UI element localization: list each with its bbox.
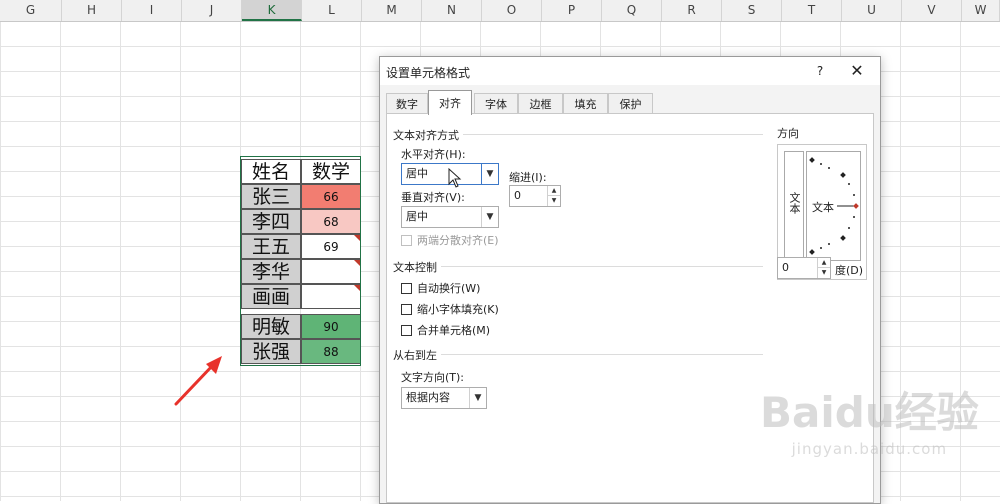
merge-cells-label: 合并单元格(M) bbox=[417, 324, 491, 337]
chevron-down-icon[interactable]: ▼ bbox=[481, 164, 498, 184]
cell-name[interactable]: 画画 bbox=[241, 284, 301, 309]
mouse-cursor-icon bbox=[448, 168, 462, 188]
cell-score[interactable] bbox=[301, 259, 361, 284]
close-button[interactable]: ✕ bbox=[846, 61, 868, 81]
orientation-group-label: 方向 bbox=[777, 127, 799, 140]
column-header-n[interactable]: N bbox=[422, 0, 482, 21]
column-header-i[interactable]: I bbox=[122, 0, 182, 21]
horizontal-align-label: 水平对齐(H): bbox=[401, 148, 466, 161]
error-indicator-icon[interactable] bbox=[354, 235, 360, 241]
vertical-text-label: 文本 bbox=[788, 192, 801, 214]
column-header-o[interactable]: O bbox=[482, 0, 542, 21]
column-header-w[interactable]: W bbox=[962, 0, 1000, 21]
cell-score[interactable]: 88 bbox=[301, 339, 361, 364]
cell-score[interactable]: 69 bbox=[301, 234, 361, 259]
cell-header-score[interactable]: 数学 bbox=[301, 159, 361, 184]
text-alignment-group-label: 文本对齐方式 bbox=[393, 127, 463, 143]
cell-header-name[interactable]: 姓名 bbox=[241, 159, 301, 184]
cell-score-value: 90 bbox=[323, 320, 339, 334]
indent-value: 0 bbox=[514, 189, 521, 202]
column-header-t[interactable]: T bbox=[782, 0, 842, 21]
checkbox-box bbox=[401, 325, 412, 336]
column-header-q[interactable]: Q bbox=[602, 0, 662, 21]
dial-text-label: 文本 bbox=[812, 201, 834, 214]
distributed-label: 两端分散对齐(E) bbox=[417, 234, 499, 247]
degrees-stepper[interactable]: 0 ▲ ▼ bbox=[777, 257, 831, 279]
dialog-titlebar[interactable]: 设置单元格格式 ? ✕ bbox=[380, 57, 880, 85]
tab-fill[interactable]: 填充 bbox=[563, 93, 608, 114]
group-divider bbox=[395, 266, 763, 267]
caret-down-icon[interactable]: ▼ bbox=[548, 196, 560, 206]
column-header-g[interactable]: G bbox=[0, 0, 62, 21]
vertical-align-label: 垂直对齐(V): bbox=[401, 191, 465, 204]
tab-protection[interactable]: 保护 bbox=[608, 93, 653, 114]
cell-score[interactable] bbox=[301, 284, 361, 309]
degrees-value: 0 bbox=[782, 261, 789, 274]
cell-score-value: 88 bbox=[323, 345, 339, 359]
watermark-logo: Baidu经验 bbox=[760, 388, 979, 437]
checkbox-box bbox=[401, 235, 412, 246]
cell-score-value: 68 bbox=[323, 215, 339, 229]
tab-border[interactable]: 边框 bbox=[518, 93, 563, 114]
text-direction-label: 文字方向(T): bbox=[401, 371, 465, 384]
text-direction-value: 根据内容 bbox=[406, 391, 450, 404]
cell-score[interactable]: 90 bbox=[301, 314, 361, 339]
tab-alignment[interactable]: 对齐 bbox=[428, 90, 472, 115]
column-header-m[interactable]: M bbox=[362, 0, 422, 21]
orientation-dial[interactable]: 文本 bbox=[806, 151, 861, 261]
cell-score-value: 66 bbox=[323, 190, 339, 204]
caret-down-icon[interactable]: ▼ bbox=[818, 268, 830, 278]
degrees-label: 度(D) bbox=[835, 264, 864, 277]
column-header-k[interactable]: K bbox=[242, 0, 302, 21]
watermark-url: jingyan.baidu.com bbox=[791, 440, 948, 458]
cell-score[interactable]: 66 bbox=[301, 184, 361, 209]
text-direction-select[interactable]: 根据内容 ▼ bbox=[401, 387, 487, 409]
vertical-text-toggle[interactable]: 文本 bbox=[784, 151, 804, 261]
rtl-group-label: 从右到左 bbox=[393, 347, 441, 363]
column-header-v[interactable]: V bbox=[902, 0, 962, 21]
wrap-text-label: 自动换行(W) bbox=[417, 282, 481, 295]
red-arrow-icon bbox=[174, 356, 222, 406]
dialog-title: 设置单元格格式 bbox=[386, 66, 471, 80]
checkbox-box bbox=[401, 304, 412, 315]
column-header-l[interactable]: L bbox=[302, 0, 362, 21]
watermark: Baidu经验 jingyan.baidu.com bbox=[760, 388, 979, 459]
cell-name[interactable]: 李华 bbox=[241, 259, 301, 284]
caret-up-icon[interactable]: ▲ bbox=[548, 186, 560, 196]
group-divider bbox=[395, 354, 763, 355]
tab-number[interactable]: 数字 bbox=[386, 93, 428, 114]
error-indicator-icon[interactable] bbox=[354, 285, 360, 291]
vertical-align-value: 居中 bbox=[406, 210, 428, 223]
vertical-align-select[interactable]: 居中 ▼ bbox=[401, 206, 499, 228]
chevron-down-icon[interactable]: ▼ bbox=[481, 207, 498, 227]
column-header-p[interactable]: P bbox=[542, 0, 602, 21]
cell-score-value: 69 bbox=[323, 240, 339, 254]
column-header-r[interactable]: R bbox=[662, 0, 722, 21]
cell-name[interactable]: 李四 bbox=[241, 209, 301, 234]
error-indicator-icon[interactable] bbox=[354, 260, 360, 266]
caret-up-icon[interactable]: ▲ bbox=[818, 258, 830, 268]
indent-label: 缩进(I): bbox=[509, 171, 547, 184]
column-header-j[interactable]: J bbox=[182, 0, 242, 21]
column-header-bar: G H I J K L M N O P Q R S T U V W bbox=[0, 0, 1000, 22]
cell-name[interactable]: 张三 bbox=[241, 184, 301, 209]
column-header-h[interactable]: H bbox=[62, 0, 122, 21]
indent-stepper-buttons: ▲ ▼ bbox=[547, 186, 560, 206]
column-header-s[interactable]: S bbox=[722, 0, 782, 21]
shrink-to-fit-label: 缩小字体填充(K) bbox=[417, 303, 499, 316]
indent-stepper[interactable]: 0 ▲ ▼ bbox=[509, 185, 561, 207]
cell-name[interactable]: 明敏 bbox=[241, 314, 301, 339]
chevron-down-icon[interactable]: ▼ bbox=[469, 388, 486, 408]
horizontal-align-value: 居中 bbox=[406, 167, 428, 180]
text-control-group-label: 文本控制 bbox=[393, 259, 441, 275]
degrees-stepper-buttons: ▲ ▼ bbox=[817, 258, 830, 278]
help-button[interactable]: ? bbox=[810, 62, 830, 80]
cell-name[interactable]: 王五 bbox=[241, 234, 301, 259]
tab-font[interactable]: 字体 bbox=[474, 93, 518, 114]
cell-name[interactable]: 张强 bbox=[241, 339, 301, 364]
checkbox-box bbox=[401, 283, 412, 294]
cell-score[interactable]: 68 bbox=[301, 209, 361, 234]
column-header-u[interactable]: U bbox=[842, 0, 902, 21]
